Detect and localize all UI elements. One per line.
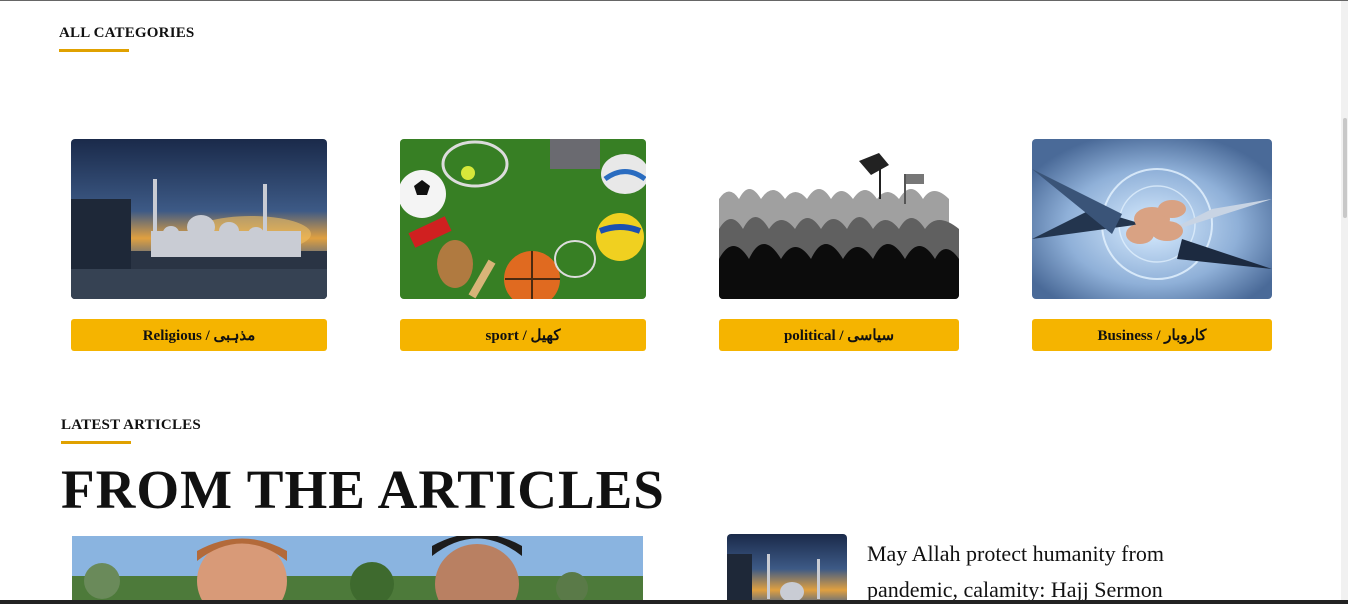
bottom-border bbox=[0, 600, 1348, 604]
articles-label-underline bbox=[61, 441, 131, 444]
business-category-image[interactable] bbox=[1032, 139, 1272, 299]
side-article-title[interactable]: May Allah protect humanity from pandemic… bbox=[867, 536, 1247, 608]
side-article-thumbnail[interactable] bbox=[727, 534, 847, 604]
articles-heading: FROM THE ARTICLES bbox=[61, 459, 665, 520]
political-category-button[interactable]: political / سیاسی bbox=[719, 319, 959, 351]
business-category-button[interactable]: Business / کاروبار bbox=[1032, 319, 1272, 351]
featured-article-image[interactable] bbox=[72, 536, 643, 604]
vertical-scrollbar[interactable] bbox=[1341, 1, 1348, 600]
religious-category-image[interactable] bbox=[71, 139, 327, 299]
articles-section-label: LATEST ARTICLES bbox=[61, 417, 201, 433]
categories-section-label: ALL CATEGORIES bbox=[59, 25, 195, 41]
top-border bbox=[0, 0, 1348, 1]
political-category-image[interactable] bbox=[719, 139, 959, 299]
sport-category-button[interactable]: sport / کھیل bbox=[400, 319, 646, 351]
sport-category-image[interactable] bbox=[400, 139, 646, 299]
scrollbar-thumb[interactable] bbox=[1343, 118, 1347, 218]
religious-category-button[interactable]: Religious / مذہبی bbox=[71, 319, 327, 351]
categories-label-underline bbox=[59, 49, 129, 52]
